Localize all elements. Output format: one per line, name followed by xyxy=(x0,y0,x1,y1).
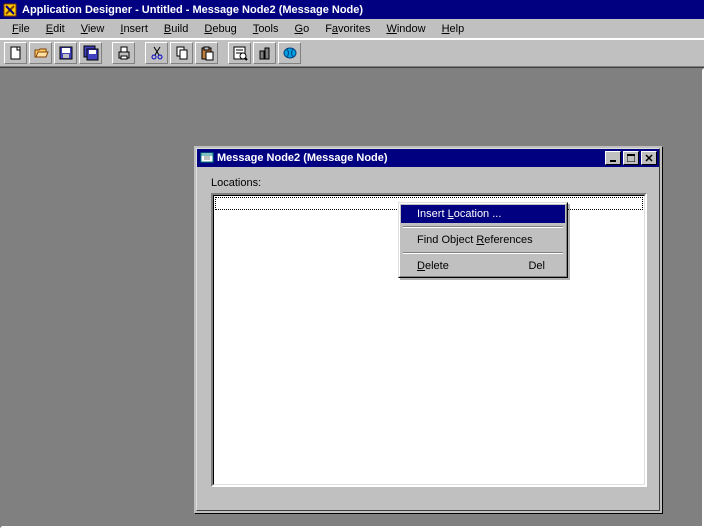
context-menu: Insert Location ... Find Object Referenc… xyxy=(398,202,568,278)
close-button[interactable] xyxy=(641,151,657,165)
menu-debug[interactable]: Debug xyxy=(196,21,244,37)
save-all-button[interactable] xyxy=(79,42,102,64)
menu-window[interactable]: Window xyxy=(378,21,433,37)
child-window-message-node: Message Node2 (Message Node) Locations: xyxy=(194,146,662,513)
menu-help[interactable]: Help xyxy=(434,21,473,37)
menu-view[interactable]: View xyxy=(73,21,113,37)
child-window-icon xyxy=(199,150,215,166)
menu-item-insert-location[interactable]: Insert Location ... xyxy=(401,205,565,223)
menu-separator xyxy=(403,252,563,254)
open-button[interactable] xyxy=(29,42,52,64)
menu-tools[interactable]: Tools xyxy=(245,21,287,37)
menu-item-delete-shortcut: Del xyxy=(528,260,545,272)
main-title-text: Application Designer - Untitled - Messag… xyxy=(22,4,702,16)
run-button[interactable] xyxy=(278,42,301,64)
menu-edit[interactable]: Edit xyxy=(38,21,73,37)
locations-label: Locations: xyxy=(211,177,645,189)
paste-button[interactable] xyxy=(195,42,218,64)
print-button[interactable] xyxy=(112,42,135,64)
locations-listbox[interactable]: Insert Location ... Find Object Referenc… xyxy=(211,193,647,487)
cut-button[interactable] xyxy=(145,42,168,64)
menu-build[interactable]: Build xyxy=(156,21,196,37)
menu-favorites[interactable]: Favorites xyxy=(317,21,378,37)
copy-button[interactable] xyxy=(170,42,193,64)
mdi-client-area: Message Node2 (Message Node) Locations: xyxy=(0,67,704,528)
maximize-button[interactable] xyxy=(623,151,639,165)
new-button[interactable] xyxy=(4,42,27,64)
child-body: Locations: Insert Location ... xyxy=(197,167,659,497)
menu-item-find-references[interactable]: Find Object References xyxy=(401,231,565,249)
menu-file[interactable]: File xyxy=(4,21,38,37)
menu-item-delete[interactable]: Delete Del xyxy=(401,257,565,275)
save-button[interactable] xyxy=(54,42,77,64)
minimize-button[interactable] xyxy=(605,151,621,165)
child-title-bar[interactable]: Message Node2 (Message Node) xyxy=(197,149,659,167)
child-title-text: Message Node2 (Message Node) xyxy=(217,152,603,164)
menu-bar: File Edit View Insert Build Debug Tools … xyxy=(0,19,704,39)
toolbar xyxy=(0,39,704,67)
properties-button[interactable] xyxy=(228,42,251,64)
build-button[interactable] xyxy=(253,42,276,64)
menu-insert[interactable]: Insert xyxy=(112,21,156,37)
main-title-bar: Application Designer - Untitled - Messag… xyxy=(0,0,704,19)
menu-separator xyxy=(403,226,563,228)
menu-go[interactable]: Go xyxy=(287,21,318,37)
app-icon xyxy=(2,2,18,18)
